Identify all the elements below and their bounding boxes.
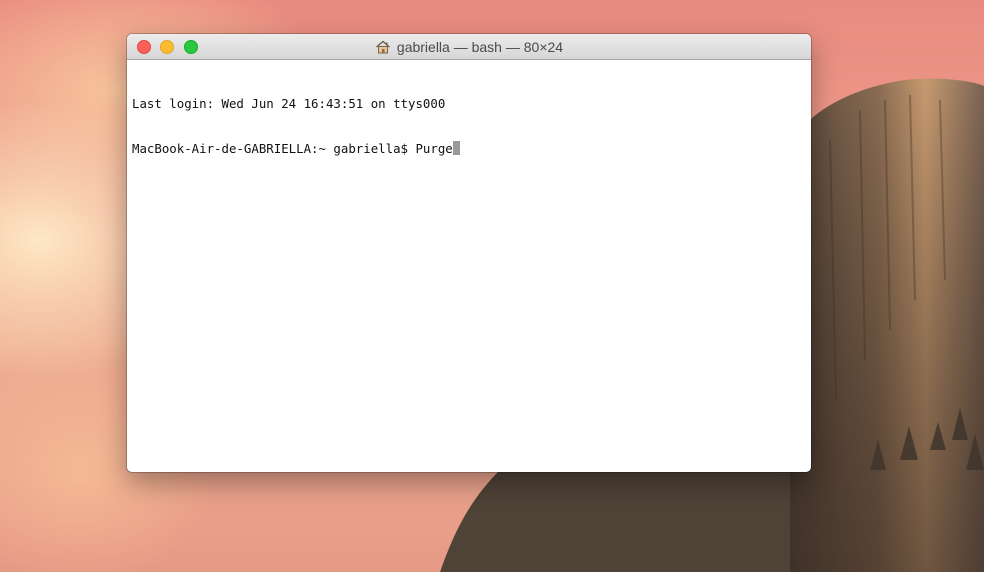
terminal-line-login: Last login: Wed Jun 24 16:43:51 on ttys0… xyxy=(132,96,446,111)
window-title: gabriella — bash — 80×24 xyxy=(396,39,564,55)
home-icon xyxy=(375,40,391,54)
prompt-command-text: MacBook-Air-de-GABRIELLA:~ gabriella$ Pu… xyxy=(132,141,453,156)
terminal-output[interactable]: Last login: Wed Jun 24 16:43:51 on ttys0… xyxy=(127,60,811,472)
terminal-window[interactable]: gabriella — bash — 80×24 Last login: Wed… xyxy=(127,34,811,472)
text-cursor xyxy=(452,141,460,155)
terminal-line-prompt[interactable]: MacBook-Air-de-GABRIELLA:~ gabriella$ Pu… xyxy=(132,141,806,156)
window-title-container: gabriella — bash — 80×24 xyxy=(127,34,811,60)
window-titlebar[interactable]: gabriella — bash — 80×24 xyxy=(127,34,811,60)
